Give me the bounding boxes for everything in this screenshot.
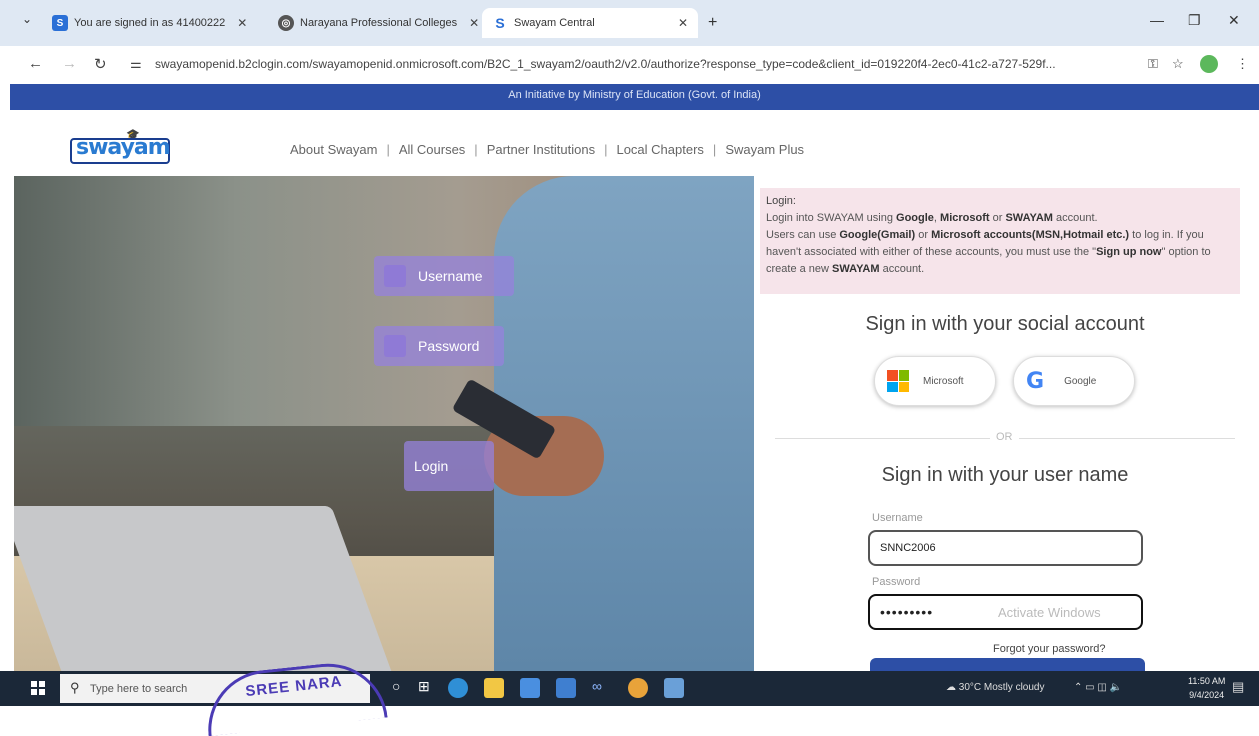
bookmark-star-icon[interactable]: ☆: [1172, 56, 1184, 72]
hero-laptop: [14, 506, 397, 671]
nav-partner-institutions[interactable]: Partner Institutions: [487, 142, 595, 157]
back-arrow-icon[interactable]: ←: [28, 55, 43, 72]
swayam-logo[interactable]: 🎓 swayam: [66, 126, 176, 174]
minimize-icon[interactable]: —: [1150, 12, 1164, 28]
weather-widget[interactable]: ☁ 30°C Mostly cloudy: [946, 682, 1044, 693]
infinity-app-icon[interactable]: ∞: [592, 678, 612, 698]
swayam-s-icon: S: [495, 15, 505, 31]
nav-separator: |: [712, 142, 717, 157]
chip-label: Username: [418, 268, 483, 284]
tab-signed-in[interactable]: S You are signed in as 41400222 ✕: [52, 8, 247, 38]
user-icon: [384, 265, 406, 287]
url-field[interactable]: swayamopenid.b2clogin.com/swayamopenid.o…: [155, 57, 1056, 71]
nav-all-courses[interactable]: All Courses: [399, 142, 465, 157]
tab-title: You are signed in as 41400222: [74, 17, 226, 29]
globe-icon: ◎: [278, 15, 294, 31]
task-view-icon[interactable]: ⊞: [418, 678, 438, 698]
windows-start-icon[interactable]: [31, 681, 45, 695]
reload-icon[interactable]: ↻: [94, 55, 107, 73]
close-icon[interactable]: ✕: [237, 16, 247, 30]
nav-separator: |: [386, 142, 390, 157]
logo-text: swayam: [76, 135, 171, 160]
edge-icon[interactable]: [448, 678, 468, 698]
address-bar-row: ← → ↻ ⚌ swayamopenid.b2clogin.com/swayam…: [0, 46, 1259, 84]
tab-title: Narayana Professional Colleges: [300, 17, 458, 29]
chrome-icon[interactable]: [628, 678, 648, 698]
window-close-icon[interactable]: ✕: [1228, 12, 1240, 29]
hero-chip-username: Username: [374, 256, 514, 296]
microsoft-logo-icon: [887, 370, 909, 392]
profile-avatar[interactable]: [1200, 55, 1218, 73]
username-label: Username: [872, 512, 923, 524]
microsoft-label: Microsoft: [923, 375, 964, 387]
google-signin-button[interactable]: G Google: [1013, 356, 1135, 406]
social-signin-heading: Sign in with your social account: [865, 313, 1145, 335]
nav-separator: |: [604, 142, 608, 157]
google-logo-icon: G: [1026, 368, 1045, 394]
mail-icon[interactable]: [556, 678, 576, 698]
notification-icon[interactable]: ▤: [1232, 679, 1244, 695]
info-heading: Login:: [766, 195, 796, 207]
cortana-icon[interactable]: ○: [392, 678, 412, 698]
clock-date: 9/4/2024: [1189, 690, 1225, 700]
app-window-icon[interactable]: [664, 678, 684, 698]
password-key-icon[interactable]: ⚿: [1148, 56, 1158, 72]
new-tab-plus-icon[interactable]: +: [708, 14, 717, 32]
search-icon: ⚲: [70, 680, 80, 695]
windows-taskbar: ⚲ Type here to search ○ ⊞ ∞ ☁ 30°C Mostl…: [0, 671, 1259, 706]
lock-icon: [384, 335, 406, 357]
signin-button[interactable]: [870, 658, 1145, 672]
browser-tab-strip: ⌄ S You are signed in as 41400222 ✕ ◎ Na…: [0, 0, 1259, 46]
browser-menu-icon[interactable]: ⋮: [1236, 56, 1249, 72]
chip-label: Login: [414, 458, 449, 474]
info-line-2: Users can use Google(Gmail) or Microsoft…: [766, 229, 1211, 275]
nav-swayam-plus[interactable]: Swayam Plus: [725, 142, 804, 157]
nav-separator: |: [474, 142, 478, 157]
weather-text: 30°C Mostly cloudy: [958, 682, 1045, 693]
hero-image: Username Password Login: [14, 176, 754, 671]
ministry-banner: An Initiative by Ministry of Education (…: [10, 84, 1259, 110]
chip-label: Password: [418, 338, 480, 354]
username-signin-heading: Sign in with your user name: [881, 464, 1129, 486]
activate-windows-watermark: Activate Windows: [998, 605, 1101, 620]
tray-icons[interactable]: ⌃ ▭ ◫ 🔈: [1074, 682, 1122, 693]
top-navigation: About Swayam | All Courses | Partner Ins…: [290, 142, 804, 157]
taskbar-clock[interactable]: 11:50 AM 9/4/2024: [1188, 674, 1225, 702]
search-placeholder: Type here to search: [90, 682, 188, 695]
forward-arrow-icon[interactable]: →: [62, 55, 77, 72]
username-field[interactable]: [868, 530, 1143, 566]
forgot-password-link[interactable]: Forgot your password?: [993, 643, 1106, 655]
login-info-box: Login: Login into SWAYAM using Google, M…: [760, 188, 1240, 294]
nav-local-chapters[interactable]: Local Chapters: [616, 142, 703, 157]
close-icon[interactable]: ✕: [469, 16, 479, 30]
close-icon[interactable]: ✕: [678, 16, 688, 30]
file-explorer-icon[interactable]: [484, 678, 504, 698]
site-settings-icon[interactable]: ⚌: [130, 56, 142, 72]
s-badge-icon: S: [52, 15, 68, 31]
info-line-1: Login into SWAYAM using Google, Microsof…: [766, 212, 1098, 224]
tab-title: Swayam Central: [514, 17, 595, 29]
tab-narayana[interactable]: ◎ Narayana Professional Colleges ✕: [278, 8, 479, 38]
clock-time: 11:50 AM: [1188, 676, 1226, 686]
or-text: OR: [990, 431, 1019, 443]
tab-search-chevron-icon[interactable]: ⌄: [22, 12, 32, 26]
password-label: Password: [872, 576, 921, 588]
store-icon[interactable]: [520, 678, 540, 698]
restore-icon[interactable]: ❐: [1188, 12, 1201, 29]
tab-swayam-central[interactable]: S Swayam Central ✕: [482, 8, 698, 38]
microsoft-signin-button[interactable]: Microsoft: [874, 356, 996, 406]
hero-chip-login: Login: [404, 441, 494, 491]
hero-chip-password: Password: [374, 326, 504, 366]
nav-about-swayam[interactable]: About Swayam: [290, 142, 377, 157]
google-label: Google: [1064, 375, 1097, 387]
